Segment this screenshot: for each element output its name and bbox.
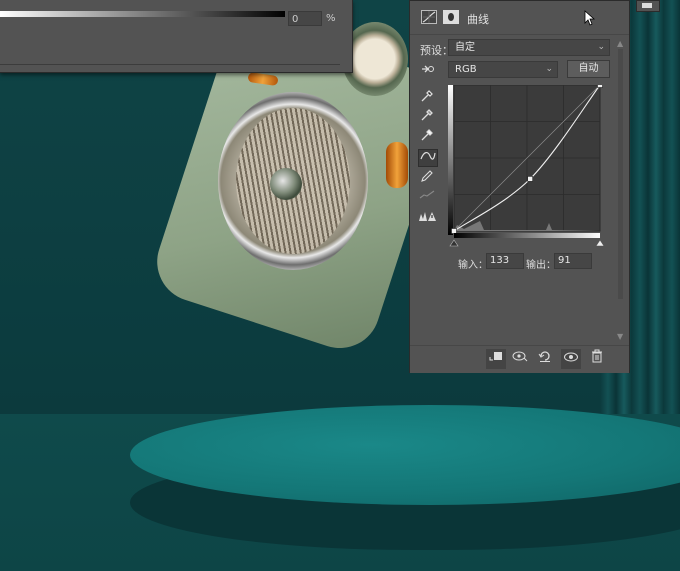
- input-gradient-bar: [454, 233, 600, 238]
- pencil-icon[interactable]: [418, 169, 436, 185]
- chevron-down-icon: ⌄: [545, 64, 553, 74]
- properties-panel: 曲线 ▲ ▼ 预设： 自定 ⌄ RGB ⌄ 自动 输入： 133 输出： 91: [409, 0, 630, 373]
- clip-to-layer-icon[interactable]: [486, 349, 506, 369]
- layer-style-dialog: 0 %: [0, 0, 353, 73]
- output-value-field[interactable]: 91: [554, 253, 592, 269]
- view-previous-state-icon[interactable]: [510, 349, 530, 369]
- curves-graph-svg[interactable]: [448, 85, 610, 247]
- opacity-gradient-slider[interactable]: [0, 11, 285, 17]
- opacity-unit-label: %: [326, 13, 336, 24]
- input-label: 输入：: [458, 260, 488, 271]
- chevron-down-icon: ⌄: [597, 42, 605, 52]
- visibility-eye-icon[interactable]: [561, 349, 581, 369]
- scroll-down-arrow-icon[interactable]: ▼: [617, 332, 623, 341]
- radio-center-knob: [270, 168, 302, 200]
- panel-title: 曲线: [467, 13, 489, 26]
- curves-adjustment-icon[interactable]: [421, 10, 437, 24]
- panel-header: 曲线: [410, 1, 629, 35]
- curves-graph[interactable]: [448, 85, 610, 247]
- reset-icon[interactable]: [535, 349, 555, 369]
- black-point-slider[interactable]: [449, 239, 459, 247]
- white-point-slider[interactable]: [595, 239, 605, 247]
- gray-eyedropper-icon[interactable]: [418, 108, 436, 124]
- mouse-cursor-icon: [584, 10, 596, 30]
- curve-control-point[interactable]: [527, 176, 533, 182]
- input-value-field[interactable]: 133: [486, 253, 524, 269]
- dialog-divider: [0, 64, 340, 65]
- smooth-icon[interactable]: [418, 189, 436, 205]
- output-label: 输出：: [526, 260, 556, 271]
- curve-edit-icon[interactable]: [418, 149, 438, 167]
- white-eyedropper-icon[interactable]: [418, 128, 436, 144]
- clipping-warning-icon[interactable]: [418, 210, 436, 226]
- radio-amber-light: [386, 142, 408, 188]
- scroll-up-arrow-icon[interactable]: ▲: [617, 39, 623, 48]
- panel-scrollbar[interactable]: [618, 49, 623, 299]
- black-eyedropper-icon[interactable]: [418, 89, 436, 105]
- trash-icon[interactable]: [587, 349, 607, 369]
- collapsed-panel-icon[interactable]: [636, 0, 660, 12]
- layer-mask-icon[interactable]: [443, 10, 459, 24]
- curve-control-point[interactable]: [597, 85, 603, 88]
- preset-dropdown[interactable]: 自定 ⌄: [448, 39, 610, 56]
- output-gradient-bar: [448, 85, 453, 235]
- hand-target-icon[interactable]: [418, 62, 436, 78]
- channel-value: RGB: [455, 64, 477, 75]
- curve-control-point[interactable]: [451, 228, 457, 234]
- opacity-value-field[interactable]: 0: [288, 11, 322, 26]
- channel-dropdown[interactable]: RGB ⌄: [448, 61, 558, 78]
- auto-button[interactable]: 自动: [567, 60, 610, 78]
- panel-footer: [410, 345, 629, 373]
- preset-value: 自定: [455, 42, 475, 53]
